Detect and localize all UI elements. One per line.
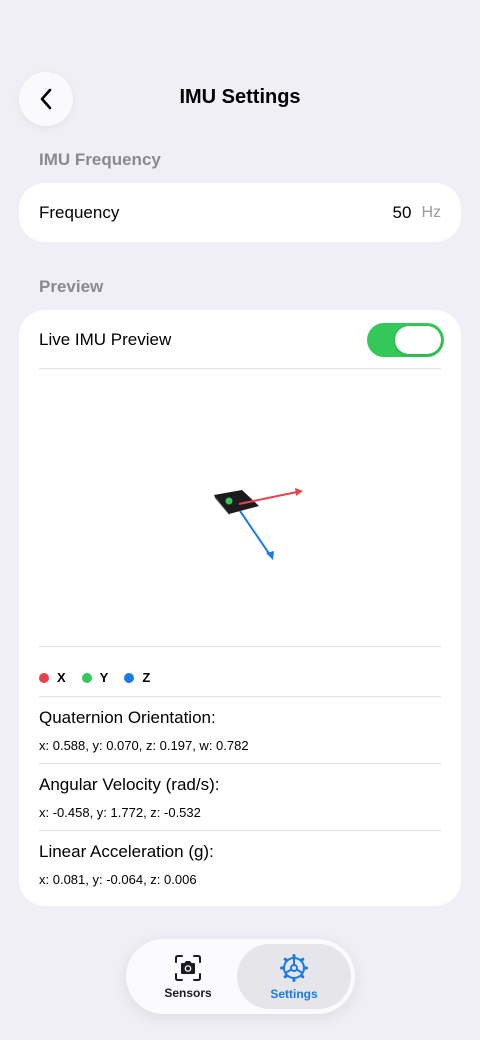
tab-sensors[interactable]: Sensors [136, 944, 240, 1009]
metric-linear-acceleration: Linear Acceleration (g): x: 0.081, y: -0… [39, 842, 441, 887]
tab-settings[interactable]: Settings [237, 944, 351, 1009]
metric-title: Quaternion Orientation: [39, 708, 216, 727]
preview-section-header: Preview [39, 277, 104, 296]
divider [39, 646, 441, 647]
divider [39, 368, 441, 369]
divider [39, 763, 441, 764]
metric-value: x: -0.458, y: 1.772, z: -0.532 [39, 805, 201, 820]
frequency-value[interactable]: 50 [393, 203, 412, 223]
metric-value: x: 0.588, y: 0.070, z: 0.197, w: 0.782 [39, 738, 249, 753]
gear-icon [280, 953, 308, 982]
legend-label: Z [142, 670, 151, 685]
camera-viewfinder-icon [175, 954, 201, 981]
live-preview-label: Live IMU Preview [39, 329, 172, 349]
metric-title: Linear Acceleration (g): [39, 842, 214, 861]
metric-angular-velocity: Angular Velocity (rad/s): x: -0.458, y: … [39, 775, 441, 820]
live-preview-row: Live IMU Preview [39, 322, 444, 357]
y-axis-marker [225, 497, 233, 505]
tab-settings-label: Settings [270, 986, 318, 1001]
page-title: IMU Settings [179, 86, 301, 108]
metric-value: x: 0.081, y: -0.064, z: 0.006 [39, 872, 197, 887]
legend-label: Y [99, 670, 109, 685]
x-axis-arrow [238, 488, 303, 505]
z-axis-arrow [239, 510, 274, 560]
frequency-section-header: IMU Frequency [39, 150, 161, 169]
legend-item-y: Y [81, 670, 109, 685]
legend-item-x: X [39, 670, 66, 685]
tab-bar: Sensors Settings [126, 939, 355, 1014]
live-preview-toggle[interactable] [367, 322, 444, 357]
legend-item-z: Z [124, 670, 150, 685]
device-model [214, 490, 259, 517]
legend-dot [81, 672, 92, 683]
metric-quaternion: Quaternion Orientation: x: 0.588, y: 0.0… [39, 708, 441, 753]
toggle-knob [395, 325, 441, 354]
legend-dot [124, 672, 135, 683]
legend-label: X [57, 670, 66, 685]
frequency-unit: Hz [421, 203, 441, 221]
preview-card: Live IMU Preview X Y Z Quaternion Orient… [19, 310, 461, 906]
frequency-row[interactable]: Frequency 50 Hz [19, 183, 461, 242]
divider [39, 696, 441, 697]
imu-3d-preview [214, 488, 303, 560]
divider [39, 830, 441, 831]
axis-legend: X Y Z [39, 670, 166, 685]
frequency-label: Frequency [39, 202, 120, 222]
metric-title: Angular Velocity (rad/s): [39, 775, 220, 794]
tab-sensors-label: Sensors [164, 985, 212, 1000]
legend-dot [39, 672, 49, 683]
